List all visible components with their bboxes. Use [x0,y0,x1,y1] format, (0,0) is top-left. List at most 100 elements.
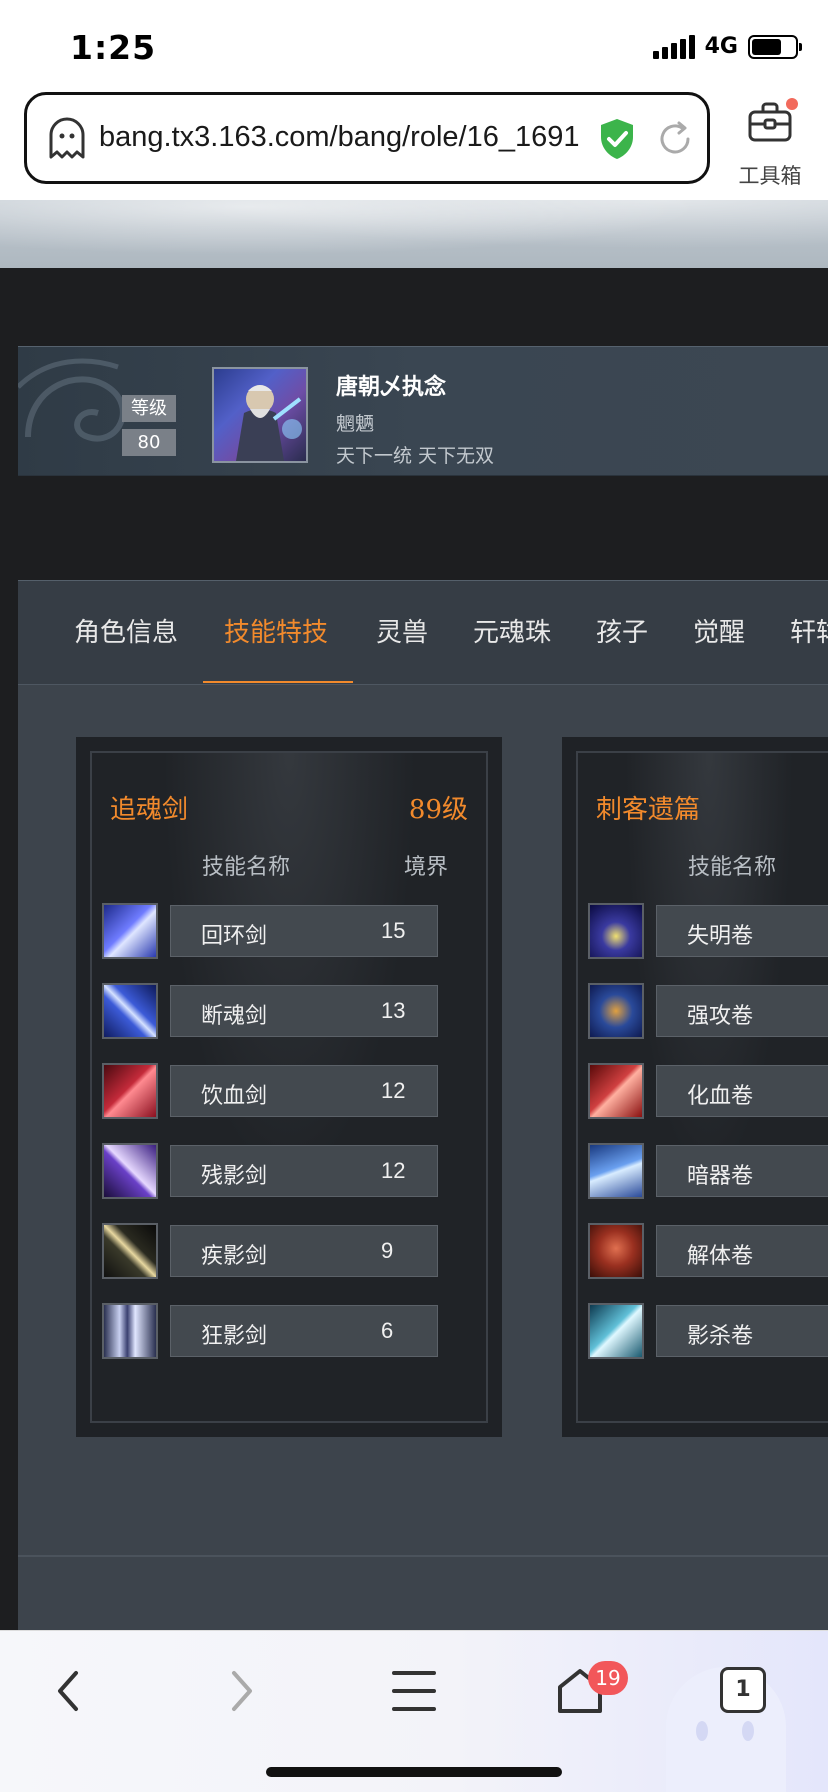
skill-set-box: 追魂剑 89级 技能名称 境界 回环剑 15 断魂剑 13 饮血剑 12 残影剑… [76,737,502,1437]
skill-row[interactable]: 暗器卷 [588,1143,828,1199]
toolbox-button[interactable]: 工具箱 [728,98,812,188]
frenzy-blades-icon [102,1303,158,1359]
home-badge: 19 [588,1661,628,1695]
skill-name: 强攻卷 [687,1004,754,1029]
role-name: 唐朝乄执念 [336,375,447,400]
avatar[interactable] [212,367,308,463]
skill-value: 15 [381,918,406,943]
character-portrait-icon [236,385,302,461]
tab-xuanyuan[interactable]: 轩辕 [790,581,828,685]
toolbox-label: 工具箱 [738,164,802,188]
skill-value: 12 [381,1158,406,1183]
skill-name: 饮血剑 [201,1084,268,1109]
skill-bar: 饮血剑 12 [170,1065,438,1117]
column-header-name: 技能名称 [688,855,777,880]
skill-set-level: 89级 [408,795,468,825]
security-shield-icon[interactable] [597,117,637,161]
assault-scroll-icon [588,983,644,1039]
skill-row[interactable]: 狂影剑 6 [102,1303,442,1359]
page-banner [0,200,828,268]
battery-icon [748,34,802,59]
skill-row[interactable]: 失明卷 [588,903,828,959]
back-icon[interactable] [40,1661,100,1721]
skill-row[interactable]: 疾影剑 9 [102,1223,442,1279]
ghost-icon [49,117,85,159]
skill-name: 狂影剑 [201,1324,268,1349]
skill-bar: 断魂剑 13 [170,985,438,1037]
skill-bar: 疾影剑 9 [170,1225,438,1277]
skill-name: 解体卷 [687,1244,754,1269]
tab-spirit-beast[interactable]: 灵兽 [376,581,428,685]
role-card: 等级 80 唐朝乄执念 魍魉 天下一统 天下无双 [18,346,828,476]
tab-count-button[interactable]: 1 [720,1667,766,1713]
blood-scroll-icon [588,1063,644,1119]
skill-bar: 狂影剑 6 [170,1305,438,1357]
skill-name: 化血卷 [687,1084,754,1109]
tab-role-info[interactable]: 角色信息 [74,581,178,685]
shadow-kill-scroll-icon [588,1303,644,1359]
address-bar[interactable]: bang.tx3.163.com/bang/role/16_1691 [24,92,710,184]
skill-bar: 强攻卷 [656,985,828,1037]
tab-soul-orb[interactable]: 元魂珠 [473,581,551,685]
skill-bar: 残影剑 12 [170,1145,438,1197]
quick-blade-icon [102,1223,158,1279]
blood-claw-icon [102,1063,158,1119]
reload-icon[interactable] [655,119,695,159]
skill-bar: 失明卷 [656,905,828,957]
hidden-weapon-scroll-icon [588,1143,644,1199]
skill-bar: 回环剑 15 [170,905,438,957]
url-text[interactable]: bang.tx3.163.com/bang/role/16_1691 [99,121,579,154]
skill-bar: 影杀卷 [656,1305,828,1357]
sword-strike-icon [102,983,158,1039]
tab-bar: 角色信息 技能特技 灵兽 元魂珠 孩子 觉醒 轩辕 [18,581,828,685]
skill-bar: 化血卷 [656,1065,828,1117]
skill-name: 影杀卷 [687,1324,754,1349]
skill-value: 12 [381,1078,406,1103]
tab-awakening[interactable]: 觉醒 [693,581,745,685]
active-tab-indicator [203,681,353,683]
skill-name: 疾影剑 [201,1244,268,1269]
skill-bar: 暗器卷 [656,1145,828,1197]
column-header-name: 技能名称 [202,855,291,880]
skill-row[interactable]: 断魂剑 13 [102,983,442,1039]
signal-icon [652,34,695,59]
skill-row[interactable]: 回环剑 15 [102,903,442,959]
skill-set-title: 追魂剑 [110,795,189,825]
column-header-value: 境界 [404,855,449,880]
skill-row[interactable]: 饮血剑 12 [102,1063,442,1119]
browser-toolbar: bang.tx3.163.com/bang/role/16_1691 工具箱 [0,92,828,200]
blind-scroll-icon [588,903,644,959]
skill-set-box: 刺客遗篇 技能名称 失明卷 强攻卷 化血卷 暗器卷 解体卷 影杀卷 [562,737,828,1437]
forward-icon[interactable] [210,1661,270,1721]
skill-row[interactable]: 解体卷 [588,1223,828,1279]
skill-value: 13 [381,998,406,1023]
panel-divider [18,1555,828,1557]
skill-set-title: 刺客遗篇 [596,795,701,825]
skill-row[interactable]: 化血卷 [588,1063,828,1119]
status-bar: 1:25 4G [0,0,828,92]
level-label: 等级 [122,395,176,422]
skill-row[interactable]: 残影剑 12 [102,1143,442,1199]
dismember-scroll-icon [588,1223,644,1279]
skill-name: 回环剑 [201,924,268,949]
level-value: 80 [122,429,176,456]
status-time: 1:25 [70,28,157,67]
skill-name: 断魂剑 [201,1004,268,1029]
skill-row[interactable]: 影杀卷 [588,1303,828,1359]
role-motto: 天下一统 天下无双 [336,445,495,467]
skill-name: 失明卷 [687,924,754,949]
skills-panel: 角色信息 技能特技 灵兽 元魂珠 孩子 觉醒 轩辕 追魂剑 89级 技能名称 境… [18,580,828,1630]
tab-children[interactable]: 孩子 [596,581,648,685]
menu-icon[interactable] [384,1661,444,1721]
role-class: 魍魉 [336,413,375,435]
browser-bottom-nav: 19 1 [0,1630,828,1792]
network-type: 4G [704,34,738,59]
skill-row[interactable]: 强攻卷 [588,983,828,1039]
shadow-blade-icon [102,1143,158,1199]
skill-value: 6 [381,1318,394,1343]
skill-value: 9 [381,1238,394,1263]
tab-skills[interactable]: 技能特技 [224,581,328,685]
blade-swirl-icon [102,903,158,959]
skill-name: 残影剑 [201,1164,268,1189]
status-indicators: 4G [652,34,802,59]
